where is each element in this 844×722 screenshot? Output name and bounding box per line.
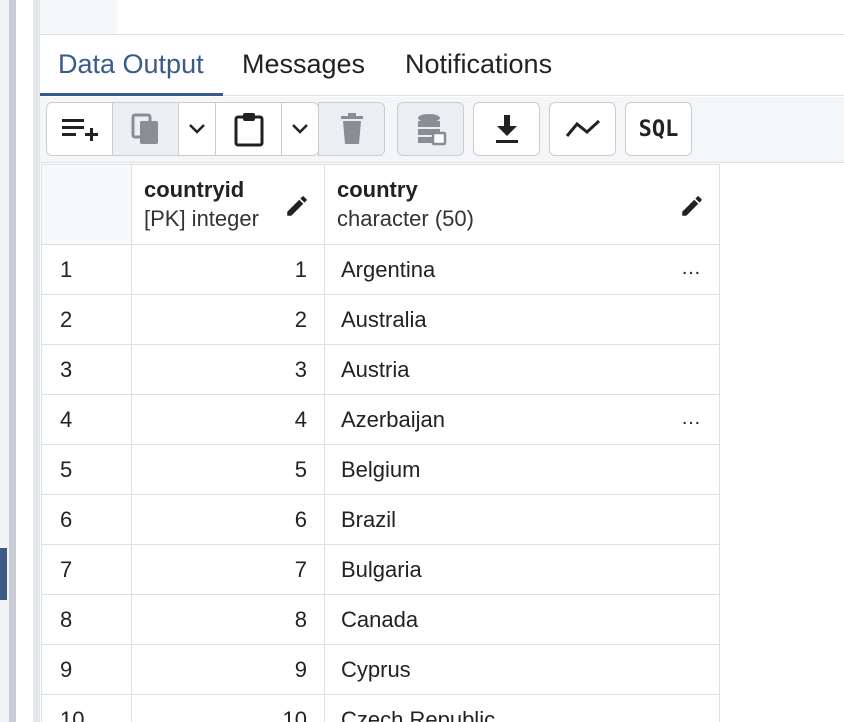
tab-data-output[interactable]: Data Output [58, 49, 204, 80]
table-row[interactable]: 7 7 Bulgaria [41, 544, 720, 595]
country-cell[interactable]: Austria [324, 344, 720, 395]
tab-notifications[interactable]: Notifications [405, 49, 552, 80]
table-row[interactable]: 8 8 Canada [41, 594, 720, 645]
countryid-cell[interactable]: 9 [131, 644, 325, 695]
expand-value-icon[interactable]: … [681, 257, 701, 280]
countryid-cell[interactable]: 3 [131, 344, 325, 395]
country-cell[interactable]: Belgium [324, 444, 720, 495]
row-number-header[interactable] [41, 164, 132, 245]
save-data-button[interactable] [397, 102, 464, 156]
grid-header-row: countryid [PK] integer country character… [41, 164, 720, 245]
download-icon [495, 115, 518, 143]
expand-value-icon[interactable]: … [681, 407, 701, 430]
save-data-icon [417, 114, 446, 146]
countryid-cell[interactable]: 10 [131, 694, 325, 722]
table-row[interactable]: 6 6 Brazil [41, 494, 720, 545]
country-cell[interactable]: Australia [324, 294, 720, 345]
country-cell[interactable]: Argentina … [324, 244, 720, 295]
add-row-button[interactable] [46, 102, 113, 156]
delete-button[interactable] [318, 102, 385, 156]
country-value: Austria [341, 356, 410, 382]
country-value: Argentina [341, 256, 436, 282]
row-number-cell[interactable]: 1 [41, 244, 132, 295]
download-button[interactable] [473, 102, 540, 156]
paste-button[interactable] [215, 102, 282, 156]
country-value: Czech Republic [341, 706, 496, 722]
left-panel-edge [0, 0, 9, 722]
table-row[interactable]: 5 5 Belgium [41, 444, 720, 495]
country-cell[interactable]: Cyprus [324, 644, 720, 695]
row-number-cell[interactable]: 8 [41, 594, 132, 645]
editor-gutter [40, 0, 117, 34]
paste-options-dropdown[interactable] [281, 102, 319, 156]
country-value: Belgium [341, 456, 421, 482]
row-number-cell[interactable]: 5 [41, 444, 132, 495]
table-row[interactable]: 1 1 Argentina … [41, 244, 720, 295]
row-number-cell[interactable]: 3 [41, 344, 132, 395]
pencil-icon[interactable] [679, 193, 705, 219]
country-value: Canada [341, 606, 419, 632]
data-grid: countryid [PK] integer country character… [41, 164, 720, 722]
countryid-cell[interactable]: 4 [131, 394, 325, 445]
copy-options-dropdown[interactable] [178, 102, 216, 156]
row-number-cell[interactable]: 7 [41, 544, 132, 595]
column-header-countryid[interactable]: countryid [PK] integer [131, 164, 325, 245]
row-number-cell[interactable]: 9 [41, 644, 132, 695]
sql-button[interactable]: SQL [625, 102, 692, 156]
copy-button[interactable] [112, 102, 179, 156]
country-cell[interactable]: Azerbaijan … [324, 394, 720, 445]
splitter-bar[interactable] [9, 0, 16, 722]
row-number-cell[interactable]: 2 [41, 294, 132, 345]
countryid-cell[interactable]: 6 [131, 494, 325, 545]
data-toolbar: SQL [40, 97, 844, 163]
copy-icon [131, 113, 158, 144]
country-value: Azerbaijan [341, 406, 445, 432]
graph-visualiser-button[interactable] [549, 102, 616, 156]
tab-messages[interactable]: Messages [242, 49, 365, 80]
table-row[interactable]: 10 10 Czech Republic [41, 694, 720, 722]
country-cell[interactable]: Czech Republic [324, 694, 720, 722]
column-name: country [337, 176, 418, 202]
add-row-icon [61, 119, 98, 141]
splitter-handle[interactable] [0, 548, 7, 600]
country-value: Australia [341, 306, 427, 332]
sql-icon: SQL [638, 116, 679, 142]
countryid-cell[interactable]: 5 [131, 444, 325, 495]
country-value: Brazil [341, 506, 397, 532]
chevron-down-icon [189, 124, 205, 134]
row-number-cell[interactable]: 4 [41, 394, 132, 445]
countryid-cell[interactable]: 2 [131, 294, 325, 345]
row-number-cell[interactable]: 6 [41, 494, 132, 545]
column-header-country[interactable]: country character (50) [324, 164, 720, 245]
pencil-icon[interactable] [284, 193, 310, 219]
country-cell[interactable]: Brazil [324, 494, 720, 545]
countryid-cell[interactable]: 8 [131, 594, 325, 645]
delete-icon [340, 113, 363, 144]
table-row[interactable]: 3 3 Austria [41, 344, 720, 395]
panel-border [33, 0, 40, 722]
country-cell[interactable]: Canada [324, 594, 720, 645]
table-row[interactable]: 9 9 Cyprus [41, 644, 720, 695]
output-tabs: Data Output Messages Notifications [40, 36, 844, 96]
paste-icon [234, 113, 263, 147]
table-row[interactable]: 2 2 Australia [41, 294, 720, 345]
countryid-cell[interactable]: 7 [131, 544, 325, 595]
column-type: character (50) [337, 205, 474, 231]
country-value: Cyprus [341, 656, 411, 682]
country-cell[interactable]: Bulgaria [324, 544, 720, 595]
graph-icon [565, 119, 600, 137]
row-number-cell[interactable]: 10 [41, 694, 132, 722]
countryid-cell[interactable]: 1 [131, 244, 325, 295]
country-value: Bulgaria [341, 556, 422, 582]
table-row[interactable]: 4 4 Azerbaijan … [41, 394, 720, 445]
query-editor-area [40, 0, 844, 35]
chevron-down-icon [292, 124, 308, 134]
grid-body: 1 1 Argentina… 2 2 Australia 3 3 Austria 4 4 Azerba… [41, 244, 720, 722]
active-tab-indicator [40, 93, 223, 96]
